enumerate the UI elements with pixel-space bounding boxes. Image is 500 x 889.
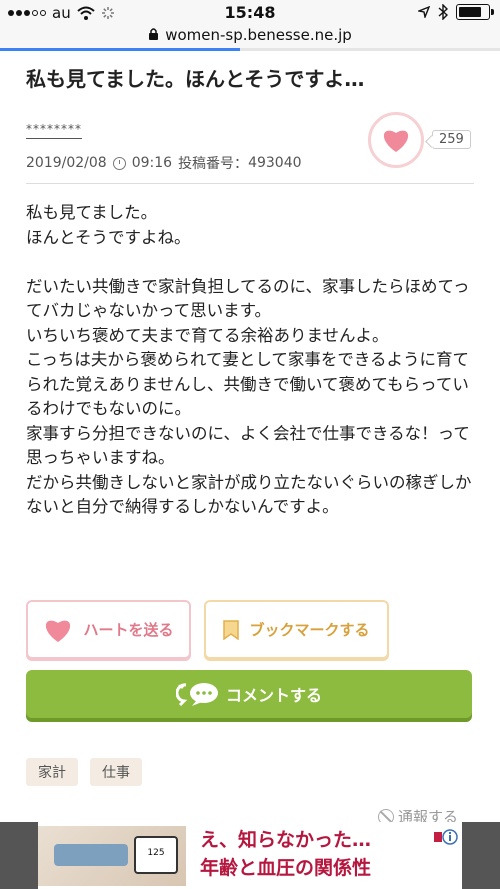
tag-item[interactable]: 家計 [26, 758, 78, 786]
url-bar[interactable]: women-sp.benesse.ne.jp [0, 26, 500, 50]
lock-icon [149, 28, 159, 40]
bookmark-label: ブックマークする [249, 621, 370, 639]
heart-count: 259 [432, 130, 471, 149]
post-number: 493040 [248, 155, 302, 171]
action-buttons: ハートを送る ブックマークする [26, 600, 474, 660]
clock-icon [112, 156, 126, 170]
monitor-reading: 125 [147, 848, 165, 858]
send-heart-label: ハートを送る [83, 621, 174, 639]
post-number-label: 投稿番号： [178, 156, 249, 172]
ad-line-2: 年齢と血圧の関係性 [200, 857, 372, 879]
page-load-progress [0, 48, 240, 51]
blood-pressure-monitor-icon: 125 [134, 836, 178, 874]
post-content: 私も見てました。ほんとそうですよ… ******** 2019/02/08 09… [26, 56, 474, 826]
tag-list: 家計 仕事 [26, 758, 142, 786]
ad-left-edge [6, 822, 26, 889]
ad-content[interactable]: 125 え、知らなかった… 年齢と血圧の関係性 [38, 822, 462, 889]
heart-icon [46, 620, 71, 642]
heart-icon [383, 130, 409, 152]
comment-label: コメントする [225, 686, 322, 705]
ad-headline: え、知らなかった… 年齢と血圧の関係性 [200, 826, 371, 882]
post-date: 2019/02/08 [26, 155, 107, 171]
url-domain: women-sp.benesse.ne.jp [165, 26, 352, 44]
ad-banner[interactable]: 125 え、知らなかった… 年齢と血圧の関係性 [0, 822, 500, 889]
post-time: 09:16 [131, 155, 173, 171]
bookmark-button[interactable]: ブックマークする [204, 600, 389, 659]
bluetooth-icon [438, 4, 448, 20]
status-bar: au 15:48 [0, 0, 500, 26]
location-arrow-icon [418, 6, 430, 18]
status-right [418, 4, 494, 20]
heart-button[interactable] [368, 112, 424, 168]
comment-bubble-icon [175, 683, 218, 707]
send-heart-button[interactable]: ハートを送る [26, 600, 191, 659]
post-body: 私も見てました。 ほんとそうですよね。 だいたい共働きで家計負担してるのに、家事… [26, 203, 472, 516]
post-author[interactable]: ******** [26, 122, 82, 139]
comment-button[interactable]: コメントする [26, 670, 472, 718]
bookmark-icon [223, 619, 240, 640]
ad-info-icon[interactable] [432, 828, 458, 846]
blood-pressure-cuff-icon [54, 844, 128, 866]
tag-item[interactable]: 仕事 [90, 758, 142, 786]
divider [26, 183, 474, 184]
battery-icon [456, 4, 494, 20]
post-title: 私も見てました。ほんとそうですよ… [26, 67, 365, 91]
post-meta: 2019/02/08 09:16 投稿番号： 493040 [26, 153, 302, 173]
ad-image: 125 [38, 826, 186, 886]
ad-line-1: え、知らなかった… [200, 829, 372, 851]
